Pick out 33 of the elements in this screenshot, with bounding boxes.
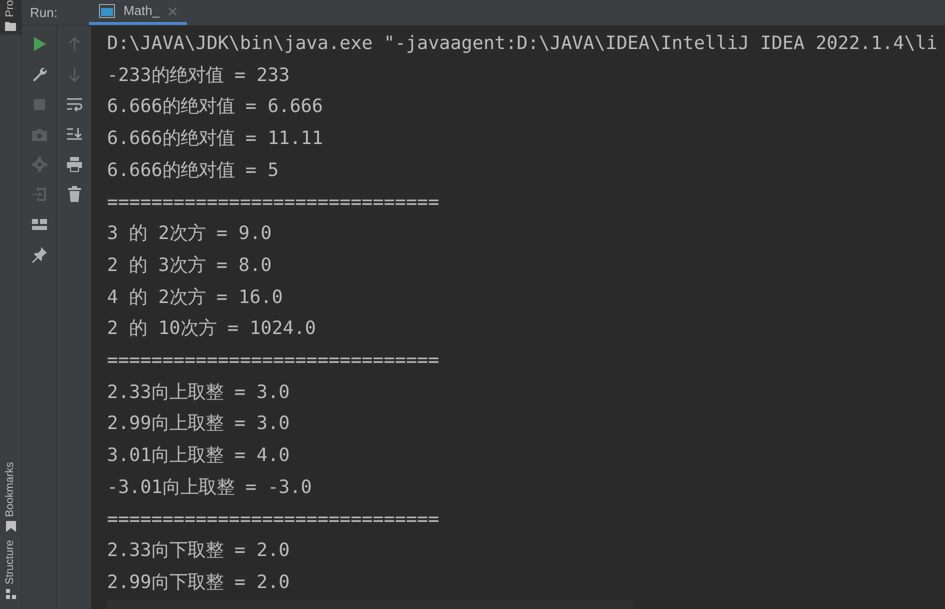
console-line: 6.666的绝对值 = 11.11 [107, 127, 323, 152]
console-line: 2.99向下取整 = 2.0 [107, 570, 290, 595]
console-line: 6.666的绝对值 = 6.666 [107, 95, 323, 120]
console-line: 3.01向上取整 = 4.0 [107, 444, 290, 468]
console-line: ============================== [107, 190, 440, 215]
trash-icon[interactable] [66, 186, 82, 203]
side-tab[interactable]: Bookmarks [5, 462, 16, 518]
wrench-icon[interactable] [30, 66, 48, 83]
folder-icon [5, 21, 16, 32]
console-icon [99, 4, 116, 18]
console-line: 2.33向上取整 = 3.0 [107, 380, 290, 405]
console-line: 2 的 3次方 = 8.0 [107, 254, 272, 278]
run-title: Run: [30, 4, 58, 22]
structure-icon [6, 589, 16, 599]
side-tab[interactable]: Structure [5, 540, 16, 585]
close-icon[interactable] [168, 6, 177, 16]
console-line: 4 的 2次方 = 16.0 [107, 286, 283, 310]
console-line: D:\JAVA\JDK\bin\java.exe "-javaagent:D:\JAVA\IDEA\IntelliJ IDEA 2022.1.4\li [107, 32, 938, 56]
console-line: ============================== [107, 349, 440, 374]
printer-icon[interactable] [66, 156, 82, 173]
console-line: -233的绝对值 = 233 [107, 64, 290, 88]
console-line: 2.33向下取整 = 2.0 [107, 539, 290, 564]
scroll-to-end-icon[interactable] [66, 126, 82, 143]
soft-wrap-icon[interactable] [66, 96, 82, 113]
console-line: ============================== [107, 508, 440, 532]
console-line: 2 的 10次方 = 1024.0 [107, 317, 316, 342]
console-line: 3 的 2次方 = 9.0 [107, 222, 272, 246]
bookmark-icon [6, 521, 16, 532]
console-line: 2.99向上取整 = 3.0 [107, 412, 290, 436]
pin-icon[interactable] [30, 246, 48, 263]
console-line: -3.01向上取整 = -3.0 [107, 476, 312, 500]
console-line: 6.666的绝对值 = 5 [107, 158, 279, 183]
layout-icon[interactable] [30, 216, 48, 233]
